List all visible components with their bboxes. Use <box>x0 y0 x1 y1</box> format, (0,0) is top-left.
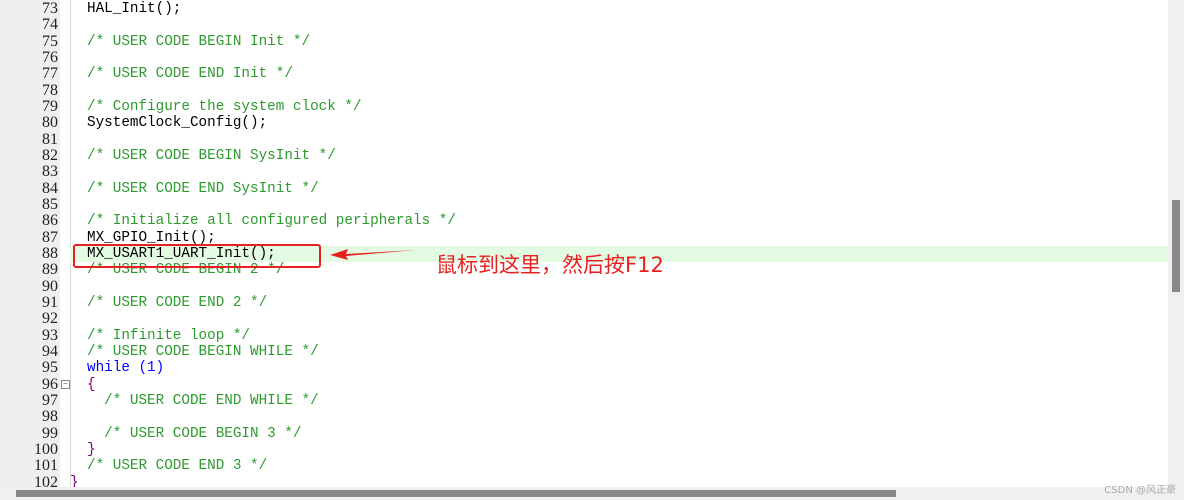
code-line[interactable]: 85 <box>0 195 1168 213</box>
code-line[interactable]: 98 <box>0 408 1168 426</box>
code-line[interactable]: 95 while (1) <box>0 359 1168 377</box>
code-line[interactable]: 96 { <box>0 375 1168 393</box>
line-number: 100 <box>34 440 58 458</box>
highlight-box <box>73 244 321 268</box>
line-number: 80 <box>42 114 58 132</box>
code-line[interactable]: 101 /* USER CODE END 3 */ <box>0 457 1168 475</box>
code-line[interactable]: 74 <box>0 16 1168 34</box>
code-line[interactable]: 73 HAL_Init(); <box>0 0 1168 17</box>
line-number: 96 <box>42 375 58 393</box>
watermark: CSDN @风正豪 <box>1104 485 1176 496</box>
code-line[interactable]: 76 <box>0 48 1168 66</box>
line-number: 74 <box>42 16 58 34</box>
code-line[interactable]: 80 SystemClock_Config(); <box>0 114 1168 132</box>
line-number: 91 <box>42 293 58 311</box>
line-number: 97 <box>42 391 58 409</box>
code-text: /* USER CODE END 3 */ <box>87 458 268 475</box>
horizontal-scroll-thumb[interactable] <box>16 490 896 497</box>
code-line[interactable]: 93 /* Infinite loop */ <box>0 326 1168 344</box>
line-number: 82 <box>42 146 58 164</box>
code-text: HAL_Init(); <box>87 1 182 17</box>
code-text: /* Infinite loop */ <box>87 327 251 344</box>
line-number: 84 <box>42 179 58 197</box>
line-number: 95 <box>42 359 58 377</box>
code-line[interactable]: 86 /* Initialize all configured periphera… <box>0 212 1168 230</box>
line-number: 87 <box>42 228 58 246</box>
line-number: 81 <box>42 130 58 148</box>
vertical-scroll-thumb[interactable] <box>1172 200 1180 292</box>
code-text: /* USER CODE BEGIN WHILE */ <box>87 343 319 360</box>
code-line[interactable]: 97 /* USER CODE END WHILE */ <box>0 391 1168 409</box>
code-text: while (1) <box>87 360 165 377</box>
code-text: } <box>87 441 96 458</box>
code-text: { <box>87 376 96 393</box>
line-number: 83 <box>42 163 58 181</box>
code-text: /* Initialize all configured peripherals… <box>87 213 456 230</box>
code-text: /* Configure the system clock */ <box>87 98 362 115</box>
fold-collapse-icon[interactable]: − <box>61 380 70 389</box>
line-number: 101 <box>34 457 58 475</box>
line-number: 94 <box>42 342 58 360</box>
line-number: 88 <box>42 244 58 262</box>
line-number: 77 <box>42 65 58 83</box>
code-text: /* USER CODE END Init */ <box>87 66 293 83</box>
code-line[interactable]: 100} <box>0 440 1168 458</box>
annotation-text: 鼠标到这里，然后按F12 <box>436 253 664 277</box>
code-line[interactable]: 84 /* USER CODE END SysInit */ <box>0 179 1168 197</box>
code-text: SystemClock_Config(); <box>87 115 268 132</box>
code-line[interactable]: 82 /* USER CODE BEGIN SysInit */ <box>0 146 1168 164</box>
code-line[interactable]: 92 <box>0 310 1168 328</box>
code-line[interactable]: 94 /* USER CODE BEGIN WHILE */ <box>0 342 1168 360</box>
line-number: 98 <box>42 408 58 426</box>
line-number: 85 <box>42 195 58 213</box>
line-number: 79 <box>42 97 58 115</box>
code-text: /* USER CODE BEGIN Init */ <box>87 33 311 50</box>
line-number: 93 <box>42 326 58 344</box>
line-number: 86 <box>42 212 58 230</box>
line-number: 73 <box>42 0 58 17</box>
code-line[interactable]: 75 /* USER CODE BEGIN Init */ <box>0 32 1168 50</box>
code-line[interactable]: 78 <box>0 81 1168 99</box>
line-number: 90 <box>42 277 58 295</box>
code-text: /* USER CODE BEGIN 3 */ <box>87 425 302 442</box>
code-line[interactable]: 81 <box>0 130 1168 148</box>
line-number: 75 <box>42 32 58 50</box>
line-number: 89 <box>42 261 58 279</box>
code-line[interactable]: 91 /* USER CODE END 2 */ <box>0 293 1168 311</box>
line-number: 78 <box>42 81 58 99</box>
code-line[interactable]: 83 <box>0 163 1168 181</box>
code-line[interactable]: 79 /* Configure the system clock */ <box>0 97 1168 115</box>
vertical-scrollbar[interactable] <box>1168 0 1184 487</box>
line-number: 99 <box>42 424 58 442</box>
code-text: /* USER CODE END SysInit */ <box>87 180 319 197</box>
arrow-icon <box>330 249 416 260</box>
line-number: 76 <box>42 48 58 66</box>
code-text: /* USER CODE END 2 */ <box>87 294 268 311</box>
code-line[interactable]: 90 <box>0 277 1168 295</box>
code-text: /* USER CODE END WHILE */ <box>87 392 319 409</box>
line-number: 92 <box>42 310 58 328</box>
code-line[interactable]: 99 /* USER CODE BEGIN 3 */ <box>0 424 1168 442</box>
horizontal-scrollbar[interactable] <box>0 487 1184 500</box>
code-line[interactable]: 77 /* USER CODE END Init */ <box>0 65 1168 83</box>
code-text: /* USER CODE BEGIN SysInit */ <box>87 147 336 164</box>
